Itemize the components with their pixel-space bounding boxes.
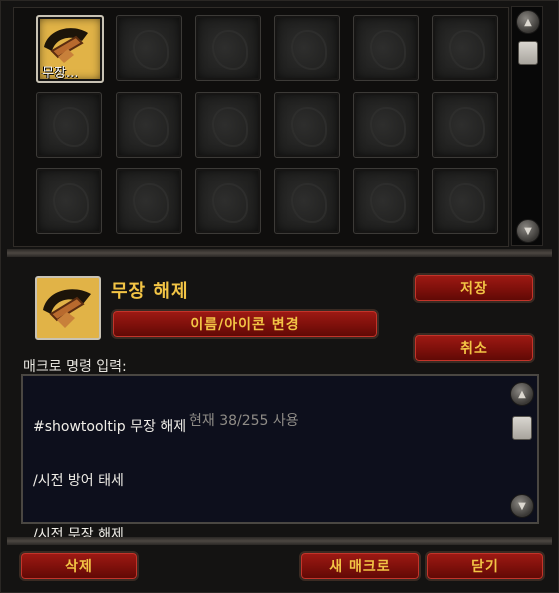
macro-slot[interactable] [353, 15, 419, 81]
panel-divider [7, 249, 552, 257]
arrow-up-icon[interactable]: ▲ [516, 10, 540, 34]
arrow-down-icon[interactable]: ▼ [516, 219, 540, 243]
macro-slot[interactable] [432, 168, 498, 234]
axe-disarm-icon [43, 289, 91, 328]
macro-slot[interactable] [116, 15, 182, 81]
macro-slot[interactable] [432, 92, 498, 158]
macro-slot[interactable] [116, 92, 182, 158]
macro-slot[interactable] [195, 168, 261, 234]
new-macro-button[interactable]: 새 매크로 [299, 551, 421, 581]
close-button[interactable]: 닫기 [425, 551, 545, 581]
macro-slot[interactable] [274, 168, 340, 234]
save-button[interactable]: 저장 [413, 273, 535, 303]
slot-label: 무장... [42, 66, 79, 81]
macro-name: 무장 해제 [111, 281, 189, 302]
macro-slot[interactable] [432, 15, 498, 81]
macro-line-2: /시전 방어 태세 [33, 473, 124, 489]
cancel-button[interactable]: 취소 [413, 333, 535, 363]
macro-slot[interactable] [274, 15, 340, 81]
delete-button[interactable]: 삭제 [19, 551, 139, 581]
macro-icon-grid: 무장... [13, 7, 509, 247]
macro-slot[interactable] [353, 168, 419, 234]
editor-scrollbar[interactable]: ▲ ▼ [507, 378, 535, 518]
icon-grid-scrollbar[interactable]: ▲ ▼ [511, 6, 543, 246]
macro-slot[interactable] [195, 15, 261, 81]
macro-slot[interactable] [274, 92, 340, 158]
scroll-thumb[interactable] [512, 416, 532, 440]
command-label: 매크로 명령 입력: [23, 359, 127, 375]
macro-line-1: #showtooltip 무장 해제 [33, 419, 187, 435]
macro-window: 무장... ▲ ▼ 무장 해제 이름/아이콘 변경 저장 취소 매크로 명령 입… [0, 0, 559, 593]
char-count: 현재 38/255 사용 [189, 413, 299, 429]
macro-slot[interactable] [195, 92, 261, 158]
change-name-icon-button[interactable]: 이름/아이콘 변경 [111, 309, 379, 339]
macro-slot[interactable] [353, 92, 419, 158]
macro-slot[interactable] [36, 168, 102, 234]
scroll-thumb[interactable] [518, 41, 538, 65]
arrow-up-icon[interactable]: ▲ [510, 382, 534, 406]
macro-text-editor[interactable]: #showtooltip 무장 해제 /시전 방어 태세 /시전 무장 해제 현… [21, 374, 539, 543]
macro-icon-button[interactable] [35, 276, 101, 340]
macro-slot[interactable] [116, 168, 182, 234]
macro-slot[interactable] [36, 92, 102, 158]
arrow-down-icon[interactable]: ▼ [510, 494, 534, 518]
macro-slot-selected[interactable]: 무장... [36, 15, 104, 83]
footer-divider [7, 537, 552, 545]
